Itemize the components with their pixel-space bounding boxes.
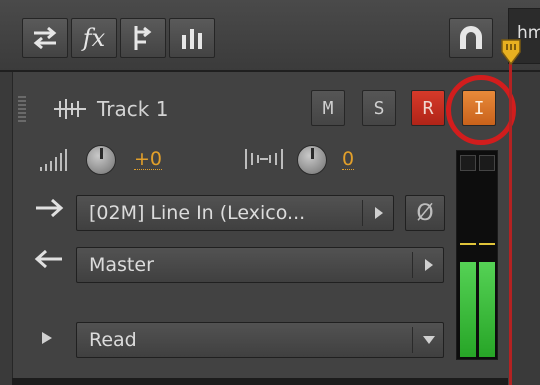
- mute-button[interactable]: M: [311, 90, 345, 126]
- swap-arrows-icon[interactable]: [22, 18, 68, 58]
- routing-icon[interactable]: [120, 18, 166, 58]
- phase-glyph: Ø: [416, 200, 434, 226]
- volume-icon: [40, 149, 67, 171]
- toolbar-button-group: fx: [22, 18, 215, 58]
- magnet-icon[interactable]: [449, 18, 493, 58]
- chevron-down-icon: [415, 335, 443, 345]
- chevron-right-icon: [365, 206, 393, 220]
- pan-value[interactable]: 0: [342, 149, 355, 170]
- output-select[interactable]: Master: [76, 247, 444, 283]
- waveform-track-icon: [54, 99, 86, 119]
- peak-indicator-right[interactable]: [479, 155, 495, 171]
- meter-bar-right: [479, 262, 495, 357]
- fx-glyph: fx: [82, 24, 106, 52]
- meter-bar-left: [460, 262, 476, 357]
- pan-knob[interactable]: [297, 145, 327, 175]
- expand-arrow-icon[interactable]: [40, 330, 54, 346]
- solo-button[interactable]: S: [362, 90, 396, 126]
- input-arrow-icon: [36, 198, 64, 218]
- output-arrow-icon: [34, 249, 62, 269]
- playhead-line[interactable]: [509, 60, 512, 385]
- track-name[interactable]: Track 1: [97, 97, 168, 121]
- meter-hold-left: [460, 243, 476, 245]
- chevron-right-icon: [415, 258, 443, 272]
- volume-value[interactable]: +0: [134, 149, 163, 170]
- top-toolbar: fx hm: [0, 0, 540, 72]
- volume-knob[interactable]: [86, 145, 116, 175]
- divider: [412, 327, 413, 353]
- level-meter: [456, 150, 498, 360]
- drag-grip-handle[interactable]: [18, 96, 26, 124]
- highlight-circle: [446, 75, 516, 145]
- bottom-divider: [12, 378, 508, 385]
- peak-indicator-left[interactable]: [460, 155, 476, 171]
- output-select-value: Master: [89, 254, 154, 276]
- divider: [362, 200, 363, 226]
- automation-mode-select[interactable]: Read: [76, 322, 444, 358]
- divider: [412, 252, 413, 278]
- playhead-marker-icon[interactable]: [500, 38, 522, 66]
- record-arm-button[interactable]: R: [411, 90, 445, 126]
- automation-mode-value: Read: [89, 329, 137, 351]
- eq-bars-icon[interactable]: [169, 18, 215, 58]
- input-select[interactable]: [02M] Line In (Lexico...: [76, 195, 394, 231]
- fx-icon[interactable]: fx: [71, 18, 117, 58]
- input-select-value: [02M] Line In (Lexico...: [89, 202, 306, 224]
- phase-invert-button[interactable]: Ø: [405, 195, 445, 231]
- meter-hold-right: [479, 243, 495, 245]
- pan-icon: [245, 149, 283, 169]
